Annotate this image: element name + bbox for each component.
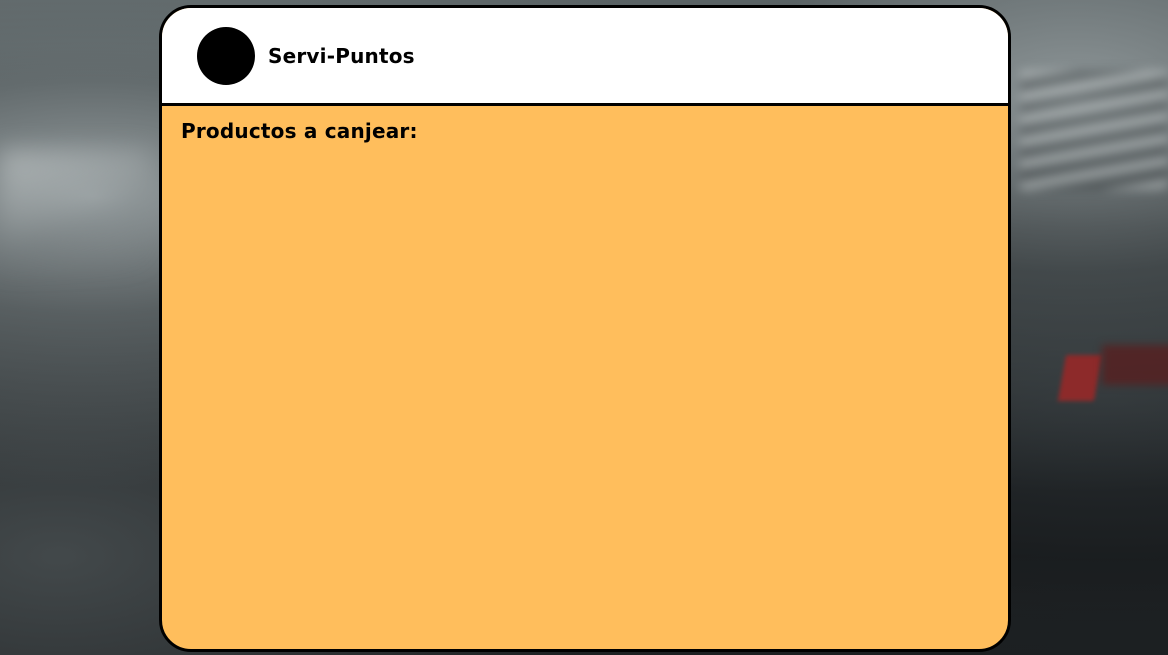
rewards-card: Servi-Puntos Productos a canjear: xyxy=(159,5,1011,652)
background-emblem-text xyxy=(1102,345,1168,385)
section-title: Productos a canjear: xyxy=(181,119,418,143)
product-list xyxy=(181,153,1008,553)
logo-icon xyxy=(197,26,255,85)
brand-name: Servi-Puntos xyxy=(268,43,415,68)
card-header: Servi-Puntos xyxy=(162,8,1008,106)
card-body: Productos a canjear: xyxy=(162,106,1008,553)
background-red-emblem xyxy=(1057,355,1103,401)
background-light-streak xyxy=(0,150,150,270)
background-car-grille xyxy=(1020,70,1168,190)
